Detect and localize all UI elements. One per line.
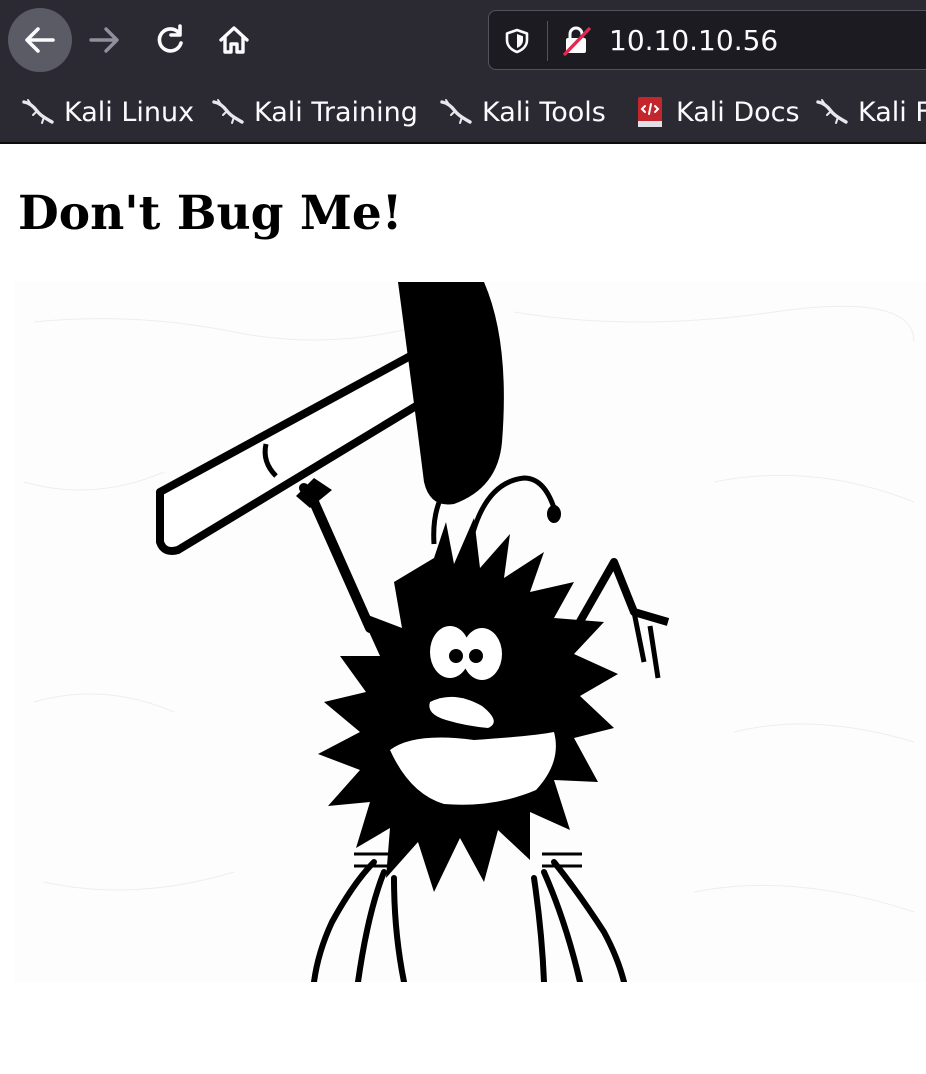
bookmark-label: Kali Linux: [64, 96, 195, 128]
kali-dragon-icon: [440, 99, 472, 124]
back-button[interactable]: [8, 8, 72, 72]
kali-dragon-icon: [816, 99, 848, 124]
bookmark-kali-docs[interactable]: Kali Docs: [632, 92, 800, 132]
bookmark-kali-forums[interactable]: Kali F: [814, 92, 926, 132]
bookmark-label: Kali Tools: [482, 96, 606, 128]
browser-toolbar: 10.10.10.56: [0, 0, 926, 82]
shield-icon[interactable]: [503, 27, 531, 55]
arrow-right-icon: [89, 27, 119, 53]
docs-book-icon: [638, 97, 662, 127]
url-bar[interactable]: 10.10.10.56: [488, 10, 926, 70]
reload-icon: [157, 24, 183, 53]
home-icon: [219, 26, 249, 54]
home-button[interactable]: [202, 8, 266, 72]
reload-button[interactable]: [138, 8, 202, 72]
bookmark-kali-linux[interactable]: Kali Linux: [20, 92, 194, 132]
insecure-lock-icon[interactable]: [561, 25, 593, 57]
bookmark-label: Kali Training: [254, 96, 418, 128]
bookmark-kali-tools[interactable]: Kali Tools: [438, 92, 606, 132]
bookmarks-toolbar: Kali Linux Kali Training Kali Tools Kali…: [0, 82, 926, 144]
bookmark-label: Kali Docs: [676, 96, 800, 128]
bookmark-kali-training[interactable]: Kali Training: [210, 92, 418, 132]
bookmark-label: Kali F: [858, 96, 926, 128]
url-text[interactable]: 10.10.10.56: [609, 21, 778, 61]
kali-dragon-icon: [212, 99, 244, 124]
kali-dragon-icon: [22, 99, 54, 124]
url-divider: [547, 21, 548, 61]
page-heading: Don't Bug Me!: [18, 186, 403, 241]
arrow-left-icon: [25, 27, 55, 53]
bug-with-hammer-illustration: [14, 282, 926, 982]
forward-button[interactable]: [72, 8, 136, 72]
